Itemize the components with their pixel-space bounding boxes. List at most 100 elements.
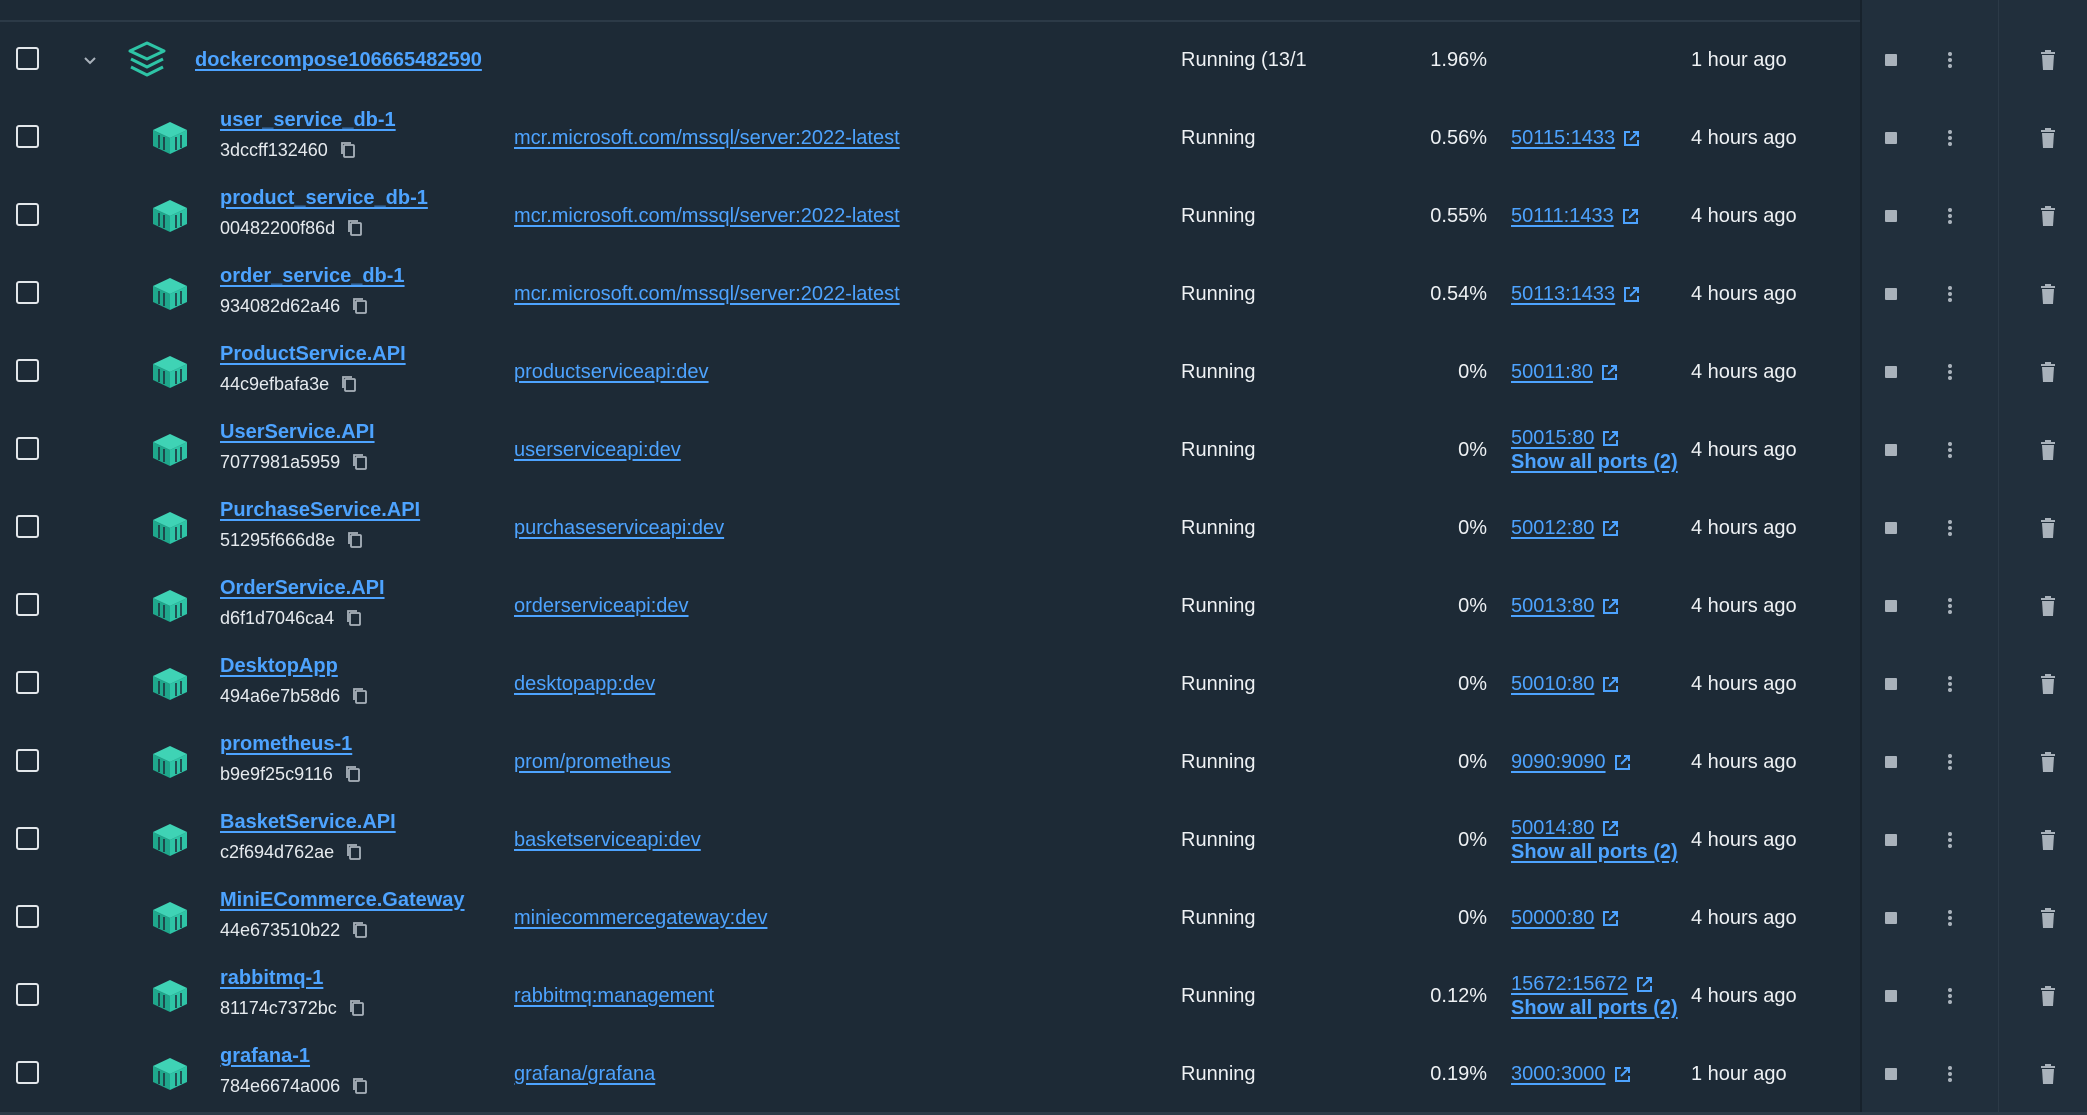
more-vertical-icon[interactable]: [1940, 596, 1960, 616]
row-checkbox[interactable]: [16, 203, 39, 226]
container-row[interactable]: PurchaseService.API 51295f666d8e purchas…: [0, 489, 2087, 567]
stop-icon[interactable]: [1885, 522, 1897, 534]
trash-icon[interactable]: [2038, 127, 2058, 149]
show-all-ports-link[interactable]: Show all ports (2): [1511, 450, 1678, 474]
container-row[interactable]: DesktopApp 494a6e7b58d6 desktopapp:dev R…: [0, 645, 2087, 723]
more-vertical-icon[interactable]: [1940, 752, 1960, 772]
container-name-link[interactable]: UserService.API: [220, 420, 375, 444]
stop-icon[interactable]: [1885, 1068, 1897, 1080]
port-link[interactable]: 50113:1433: [1511, 283, 1615, 306]
container-name-link[interactable]: DesktopApp: [220, 654, 368, 678]
port-link[interactable]: 50012:80: [1511, 517, 1594, 540]
port-link[interactable]: 9090:9090: [1511, 751, 1606, 774]
row-checkbox[interactable]: [16, 359, 39, 382]
external-link-icon[interactable]: [1623, 130, 1640, 147]
external-link-icon[interactable]: [1622, 208, 1639, 225]
stop-icon[interactable]: [1885, 288, 1897, 300]
row-checkbox[interactable]: [16, 983, 39, 1006]
image-link[interactable]: mcr.microsoft.com/mssql/server:2022-late…: [514, 126, 900, 150]
copy-icon[interactable]: [349, 999, 365, 1017]
chevron-down-icon[interactable]: [80, 50, 100, 70]
more-vertical-icon[interactable]: [1940, 206, 1960, 226]
trash-icon[interactable]: [2038, 361, 2058, 383]
external-link-icon[interactable]: [1636, 976, 1653, 993]
more-vertical-icon[interactable]: [1940, 284, 1960, 304]
image-link[interactable]: orderserviceapi:dev: [514, 594, 689, 618]
container-row[interactable]: MiniECommerce.Gateway 44e673510b22 minie…: [0, 879, 2087, 957]
image-link[interactable]: miniecommercegateway:dev: [514, 906, 767, 930]
container-name-link[interactable]: PurchaseService.API: [220, 498, 420, 522]
image-link[interactable]: userserviceapi:dev: [514, 438, 681, 462]
external-link-icon[interactable]: [1602, 430, 1619, 447]
trash-icon[interactable]: [2038, 205, 2058, 227]
image-link[interactable]: mcr.microsoft.com/mssql/server:2022-late…: [514, 204, 900, 228]
copy-icon[interactable]: [346, 609, 362, 627]
container-row[interactable]: BasketService.API c2f694d762ae basketser…: [0, 801, 2087, 879]
trash-icon[interactable]: [2038, 595, 2058, 617]
port-link[interactable]: 50015:80: [1511, 427, 1594, 450]
stop-icon[interactable]: [1885, 132, 1897, 144]
stop-icon[interactable]: [1885, 600, 1897, 612]
copy-icon[interactable]: [345, 765, 361, 783]
container-row[interactable]: ProductService.API 44c9efbafa3e products…: [0, 333, 2087, 411]
image-link[interactable]: productserviceapi:dev: [514, 360, 709, 384]
port-link[interactable]: 50010:80: [1511, 673, 1594, 696]
trash-icon[interactable]: [2038, 985, 2058, 1007]
more-vertical-icon[interactable]: [1940, 986, 1960, 1006]
more-vertical-icon[interactable]: [1940, 518, 1960, 538]
port-link[interactable]: 50013:80: [1511, 595, 1594, 618]
port-link[interactable]: 3000:3000: [1511, 1063, 1606, 1086]
image-link[interactable]: rabbitmq:management: [514, 984, 714, 1008]
copy-icon[interactable]: [340, 141, 356, 159]
image-link[interactable]: desktopapp:dev: [514, 672, 655, 696]
container-name-link[interactable]: BasketService.API: [220, 810, 396, 834]
trash-icon[interactable]: [2038, 907, 2058, 929]
row-checkbox[interactable]: [16, 593, 39, 616]
external-link-icon[interactable]: [1602, 520, 1619, 537]
external-link-icon[interactable]: [1602, 598, 1619, 615]
container-row[interactable]: user_service_db-1 3dccff132460 mcr.micro…: [0, 99, 2087, 177]
more-vertical-icon[interactable]: [1940, 674, 1960, 694]
port-link[interactable]: 50014:80: [1511, 817, 1594, 840]
container-row[interactable]: product_service_db-1 00482200f86d mcr.mi…: [0, 177, 2087, 255]
trash-icon[interactable]: [2038, 1063, 2058, 1085]
container-row[interactable]: OrderService.API d6f1d7046ca4 orderservi…: [0, 567, 2087, 645]
stop-icon[interactable]: [1885, 210, 1897, 222]
copy-icon[interactable]: [352, 1077, 368, 1095]
external-link-icon[interactable]: [1614, 1066, 1631, 1083]
trash-icon[interactable]: [2038, 829, 2058, 851]
port-link[interactable]: 50111:1433: [1511, 205, 1614, 228]
external-link-icon[interactable]: [1601, 364, 1618, 381]
external-link-icon[interactable]: [1623, 286, 1640, 303]
trash-icon[interactable]: [2038, 751, 2058, 773]
copy-icon[interactable]: [346, 843, 362, 861]
more-vertical-icon[interactable]: [1940, 362, 1960, 382]
trash-icon[interactable]: [2038, 517, 2058, 539]
trash-icon[interactable]: [2038, 283, 2058, 305]
more-vertical-icon[interactable]: [1940, 1064, 1960, 1084]
external-link-icon[interactable]: [1602, 676, 1619, 693]
image-link[interactable]: prom/prometheus: [514, 750, 671, 774]
row-checkbox[interactable]: [16, 827, 39, 850]
container-name-link[interactable]: product_service_db-1: [220, 186, 428, 210]
container-name-link[interactable]: rabbitmq-1: [220, 966, 365, 990]
container-row[interactable]: prometheus-1 b9e9f25c9116 prom/prometheu…: [0, 723, 2087, 801]
container-name-link[interactable]: OrderService.API: [220, 576, 385, 600]
more-vertical-icon[interactable]: [1940, 50, 1960, 70]
stop-icon[interactable]: [1885, 366, 1897, 378]
stop-icon[interactable]: [1885, 756, 1897, 768]
copy-icon[interactable]: [352, 453, 368, 471]
container-row[interactable]: order_service_db-1 934082d62a46 mcr.micr…: [0, 255, 2087, 333]
container-name-link[interactable]: grafana-1: [220, 1044, 368, 1068]
image-link[interactable]: grafana/grafana: [514, 1062, 655, 1086]
image-link[interactable]: purchaseserviceapi:dev: [514, 516, 724, 540]
row-checkbox[interactable]: [16, 437, 39, 460]
row-checkbox[interactable]: [16, 905, 39, 928]
container-row[interactable]: grafana-1 784e6674a006 grafana/grafana R…: [0, 1035, 2087, 1113]
more-vertical-icon[interactable]: [1940, 128, 1960, 148]
more-vertical-icon[interactable]: [1940, 830, 1960, 850]
external-link-icon[interactable]: [1602, 910, 1619, 927]
port-link[interactable]: 15672:15672: [1511, 973, 1628, 996]
compose-group-name[interactable]: dockercompose106665482590: [195, 48, 482, 72]
row-checkbox[interactable]: [16, 125, 39, 148]
